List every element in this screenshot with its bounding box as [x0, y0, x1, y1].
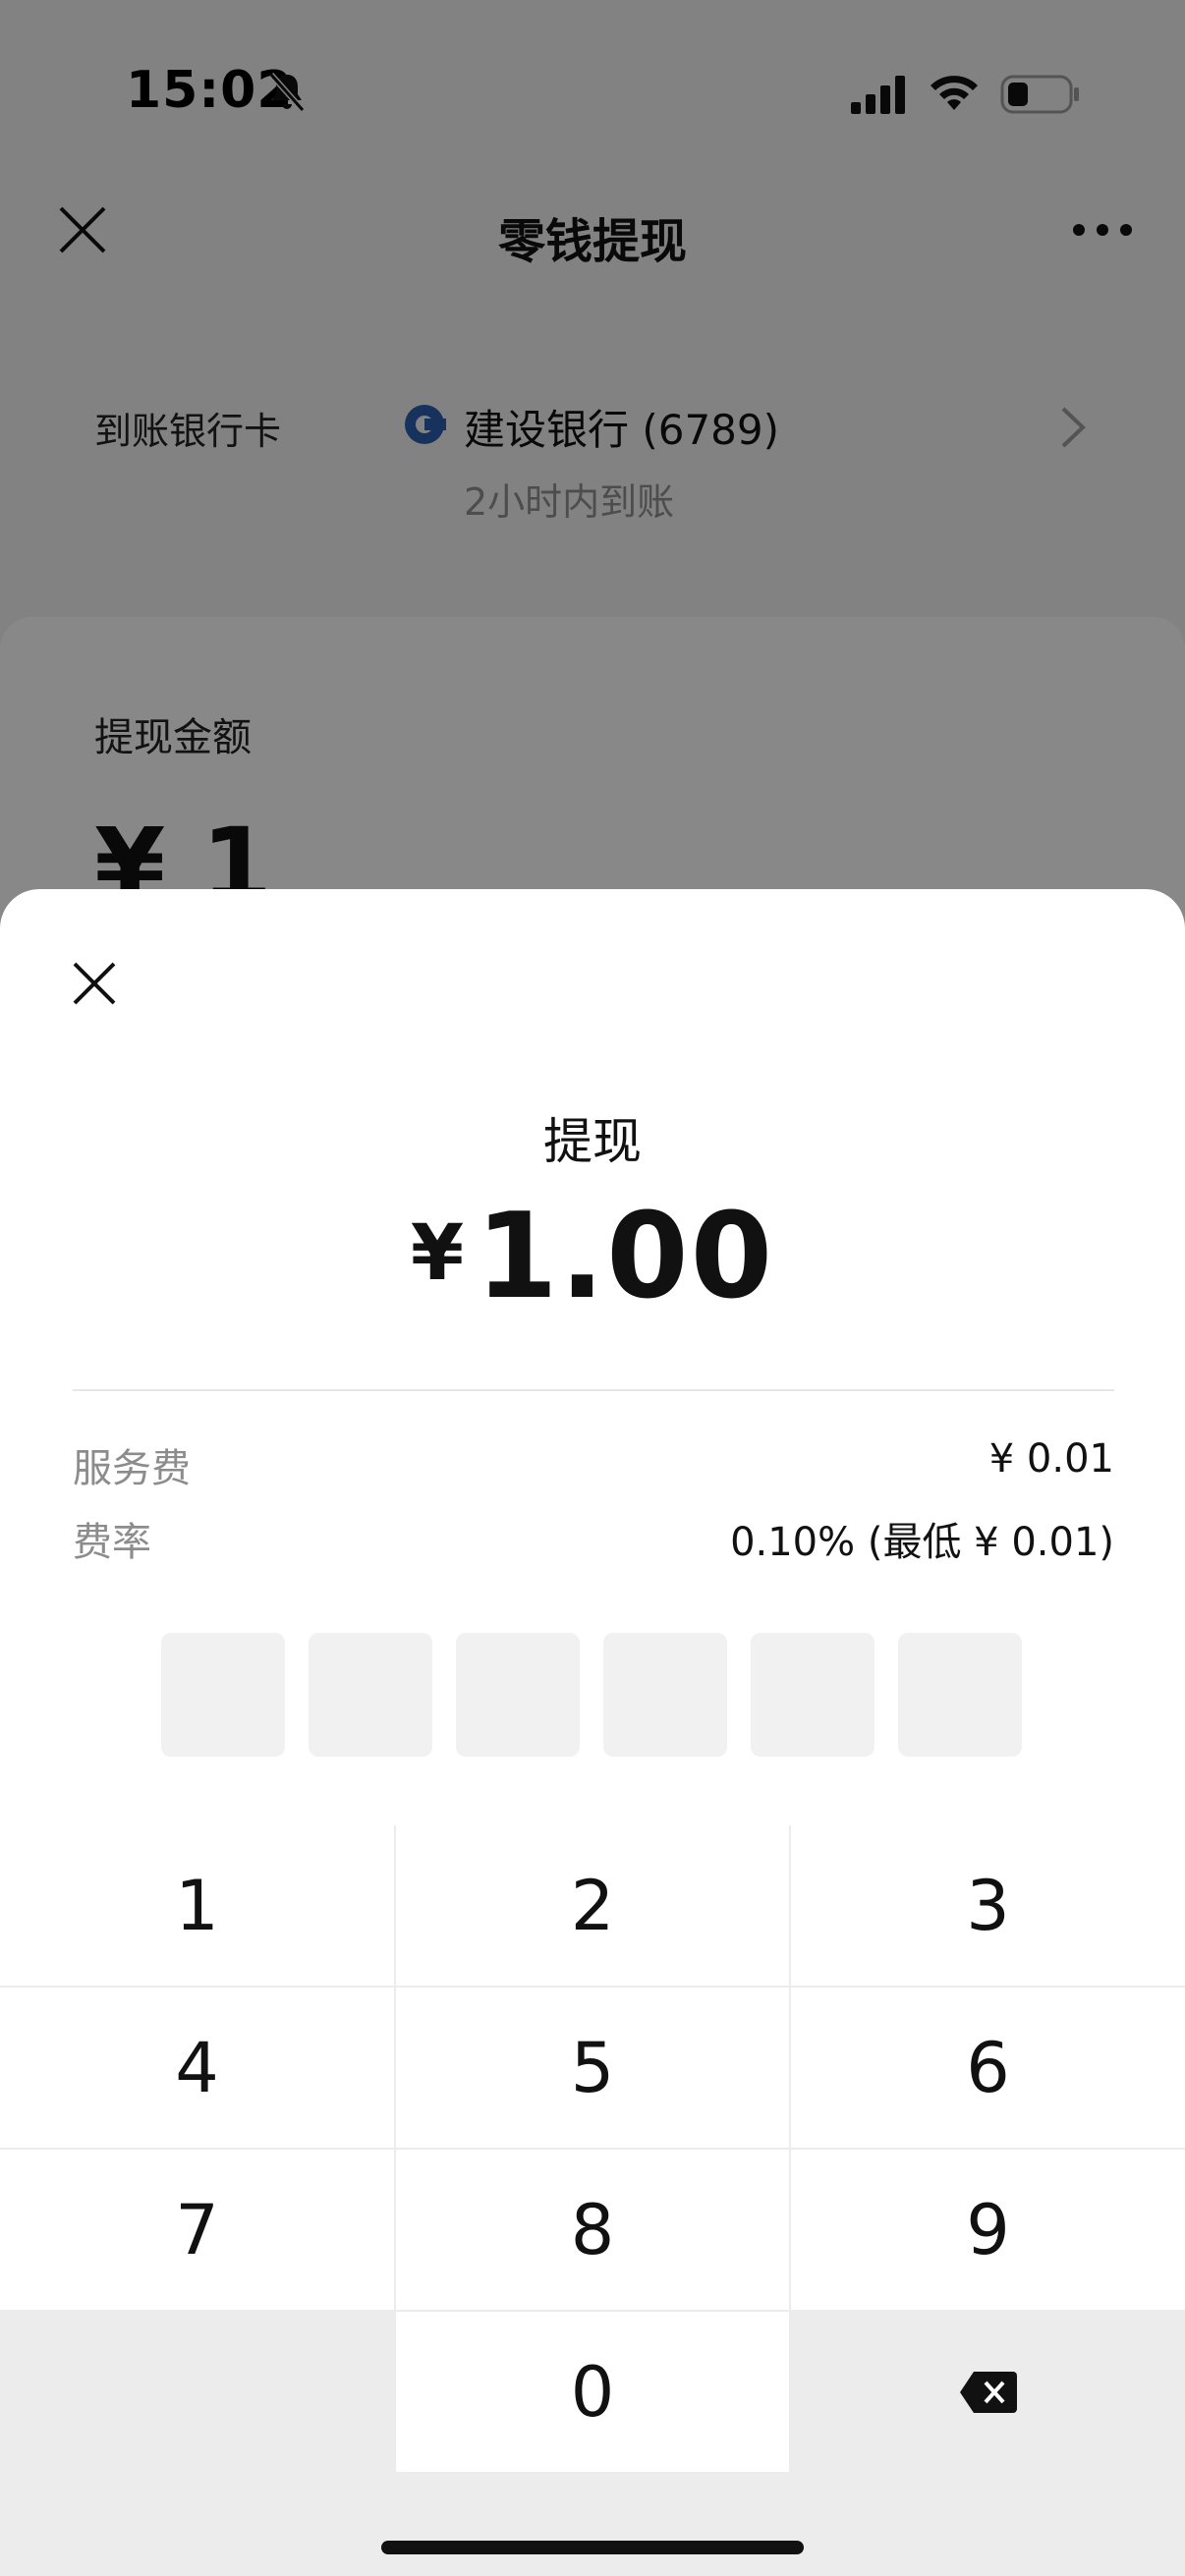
key-0[interactable]: 0	[396, 2312, 789, 2472]
key-9[interactable]: 9	[791, 2150, 1185, 2310]
home-indicator	[381, 2541, 804, 2554]
pin-box[interactable]	[161, 1633, 285, 1757]
fee-value: ¥ 0.01	[988, 1436, 1114, 1482]
rate-row: 费率 0.10% (最低 ¥ 0.01)	[73, 1510, 1114, 1569]
fee-label: 服务费	[73, 1446, 191, 1491]
key-5[interactable]: 5	[396, 1988, 789, 2148]
sheet-title: 提现	[543, 1113, 642, 1170]
sheet-close-icon[interactable]	[71, 960, 118, 1007]
key-8[interactable]: 8	[396, 2150, 789, 2310]
key-6[interactable]: 6	[791, 1988, 1185, 2148]
pin-input[interactable]	[161, 1633, 1024, 1757]
pin-box[interactable]	[898, 1633, 1022, 1757]
key-7[interactable]: 7	[0, 2150, 394, 2310]
key-3[interactable]: 3	[791, 1825, 1185, 1986]
key-empty	[0, 2312, 394, 2472]
pin-box[interactable]	[456, 1633, 580, 1757]
delete-key[interactable]	[791, 2312, 1185, 2472]
divider	[73, 1389, 1114, 1391]
currency-symbol: ¥	[410, 1209, 467, 1298]
amount-value: 1.00	[476, 1189, 775, 1325]
backspace-icon	[959, 2371, 1017, 2413]
withdraw-amount: ¥1.00	[0, 1189, 1185, 1325]
numeric-keypad: 1 2 3 4 5 6 7 8 9 0	[0, 1825, 1185, 2576]
pin-box[interactable]	[309, 1633, 432, 1757]
key-1[interactable]: 1	[0, 1825, 394, 1986]
key-2[interactable]: 2	[396, 1825, 789, 1986]
key-4[interactable]: 4	[0, 1988, 394, 2148]
pin-box[interactable]	[751, 1633, 875, 1757]
rate-label: 费率	[73, 1520, 151, 1565]
fee-row: 服务费 ¥ 0.01	[73, 1436, 1114, 1495]
rate-value: 0.10% (最低 ¥ 0.01)	[730, 1520, 1114, 1565]
pin-box[interactable]	[603, 1633, 727, 1757]
